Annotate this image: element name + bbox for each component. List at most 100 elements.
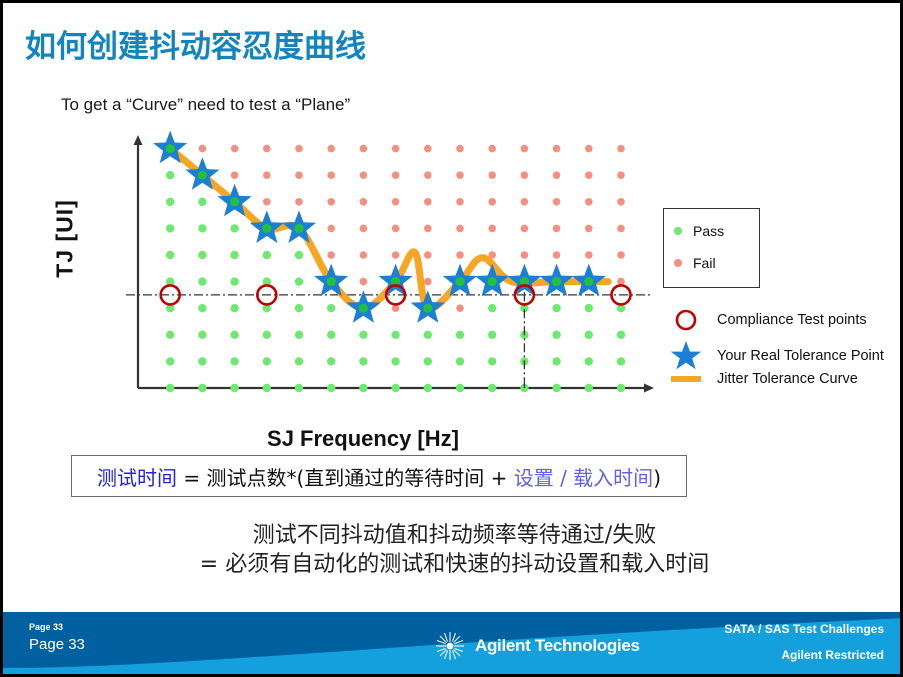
fail-dot <box>359 251 368 259</box>
pass-dot <box>327 383 336 393</box>
fail-dot <box>456 144 464 153</box>
pass-dot <box>166 197 175 206</box>
pass-dot <box>166 250 175 260</box>
fail-dot <box>263 144 271 153</box>
fail-dot <box>295 171 303 179</box>
fail-dot <box>520 198 529 206</box>
fail-dot <box>391 251 400 259</box>
tolerance-star-marker <box>507 263 542 297</box>
fail-dot <box>327 224 336 233</box>
pass-dot <box>198 357 207 366</box>
pass-dot <box>230 304 239 313</box>
formula-part3: 设置 / 载入时间 <box>513 465 654 490</box>
pass-dot <box>584 304 593 313</box>
pass-dot <box>230 224 239 233</box>
footer-right-bottom: Agilent Restricted <box>781 648 884 662</box>
pass-dot <box>552 383 561 393</box>
pass-dot <box>488 383 497 393</box>
pass-dot <box>230 330 239 339</box>
fail-dot <box>230 171 239 179</box>
pass-dot <box>552 330 561 339</box>
pass-dot <box>294 357 304 366</box>
fail-dot <box>552 251 561 259</box>
legend-label-fail: Fail <box>693 255 716 271</box>
fail-dot <box>617 171 625 179</box>
legend-label-pass: Pass <box>693 223 725 239</box>
pass-dot <box>166 383 175 393</box>
pass-dot <box>198 277 207 286</box>
pass-dot <box>455 330 465 339</box>
formula-part1: 测试时间 <box>96 465 177 490</box>
pass-dot <box>616 383 626 393</box>
fail-dot <box>424 171 432 179</box>
fail-dot <box>230 144 239 153</box>
legend-label-compliance: Compliance Test points <box>717 312 867 328</box>
fail-dot <box>359 144 368 153</box>
fail-dot <box>552 171 561 179</box>
pass-dot <box>391 330 400 339</box>
pass-dot <box>488 304 497 313</box>
fail-dot <box>263 171 271 179</box>
pass-dot <box>230 357 239 366</box>
tolerance-star-marker <box>475 263 510 297</box>
slide-footer: Page 33 Page 33 Agilent Technologies SAT… <box>3 612 900 674</box>
pass-dot <box>455 383 465 393</box>
pass-dot <box>584 383 593 393</box>
y-axis-arrow <box>133 135 143 145</box>
conclusion-text: 测试不同抖动值和抖动频率等待通过/失败 = 必须有自动化的测试和快速的抖动设置和… <box>3 521 900 579</box>
legend-item-tolerance-point: Your Real Tolerance Point <box>663 339 884 373</box>
page-number-large: Page 33 <box>29 636 85 653</box>
fail-dot <box>488 224 497 233</box>
pass-dot <box>230 383 239 393</box>
pass-dot <box>423 357 432 366</box>
pass-dot <box>488 330 497 339</box>
fail-dot <box>488 144 497 153</box>
x-axis-arrow <box>644 383 654 393</box>
pass-dot <box>391 357 400 366</box>
fail-dot <box>295 144 303 153</box>
pass-dot <box>166 357 175 366</box>
pass-dot <box>198 197 207 206</box>
pass-dot <box>198 250 207 260</box>
pass-dot <box>359 330 368 339</box>
fail-dot <box>617 198 625 206</box>
fail-dot <box>424 277 432 286</box>
formula-part4: ) <box>653 465 661 490</box>
fail-dot <box>552 144 561 153</box>
fail-dot <box>263 198 271 206</box>
fail-dot <box>552 224 561 233</box>
pass-dot <box>262 330 271 339</box>
fail-dot <box>456 251 464 259</box>
pass-dot <box>488 357 497 366</box>
test-time-formula-box: 测试时间 = 测试点数*(直到通过的等待时间 + 设置 / 载入时间) <box>71 455 687 497</box>
fail-dot <box>327 171 336 179</box>
pass-dot <box>294 383 304 393</box>
legend-label-curve: Jitter Tolerance Curve <box>717 371 858 387</box>
fail-dot <box>520 251 529 259</box>
legend-label-tolerance-point: Your Real Tolerance Point <box>717 348 884 364</box>
pass-dot <box>294 330 304 339</box>
fail-dot <box>295 198 303 206</box>
fail-dot <box>520 144 529 153</box>
pass-dot <box>584 357 593 366</box>
fail-dot <box>327 144 336 153</box>
fail-dot <box>488 171 497 179</box>
fail-dot <box>617 224 625 233</box>
pass-dot <box>584 330 593 339</box>
fail-dot <box>359 198 368 206</box>
fail-dot <box>488 198 497 206</box>
pass-dot <box>552 304 561 313</box>
legend-item-fail: Fail <box>674 255 716 271</box>
fail-dot <box>424 224 432 233</box>
fail-dot <box>391 144 400 153</box>
pass-dot <box>166 224 175 233</box>
fail-dot <box>424 198 432 206</box>
conclusion-line-1: 测试不同抖动值和抖动频率等待通过/失败 <box>252 523 657 548</box>
fail-dot <box>585 144 593 153</box>
pass-fail-legend: Pass Fail <box>663 208 760 288</box>
pass-dot <box>294 250 304 260</box>
agilent-wordmark: Agilent Technologies <box>475 636 640 655</box>
fail-dot <box>359 277 368 286</box>
pass-dot <box>198 330 207 339</box>
tolerance-star-marker <box>539 263 574 297</box>
